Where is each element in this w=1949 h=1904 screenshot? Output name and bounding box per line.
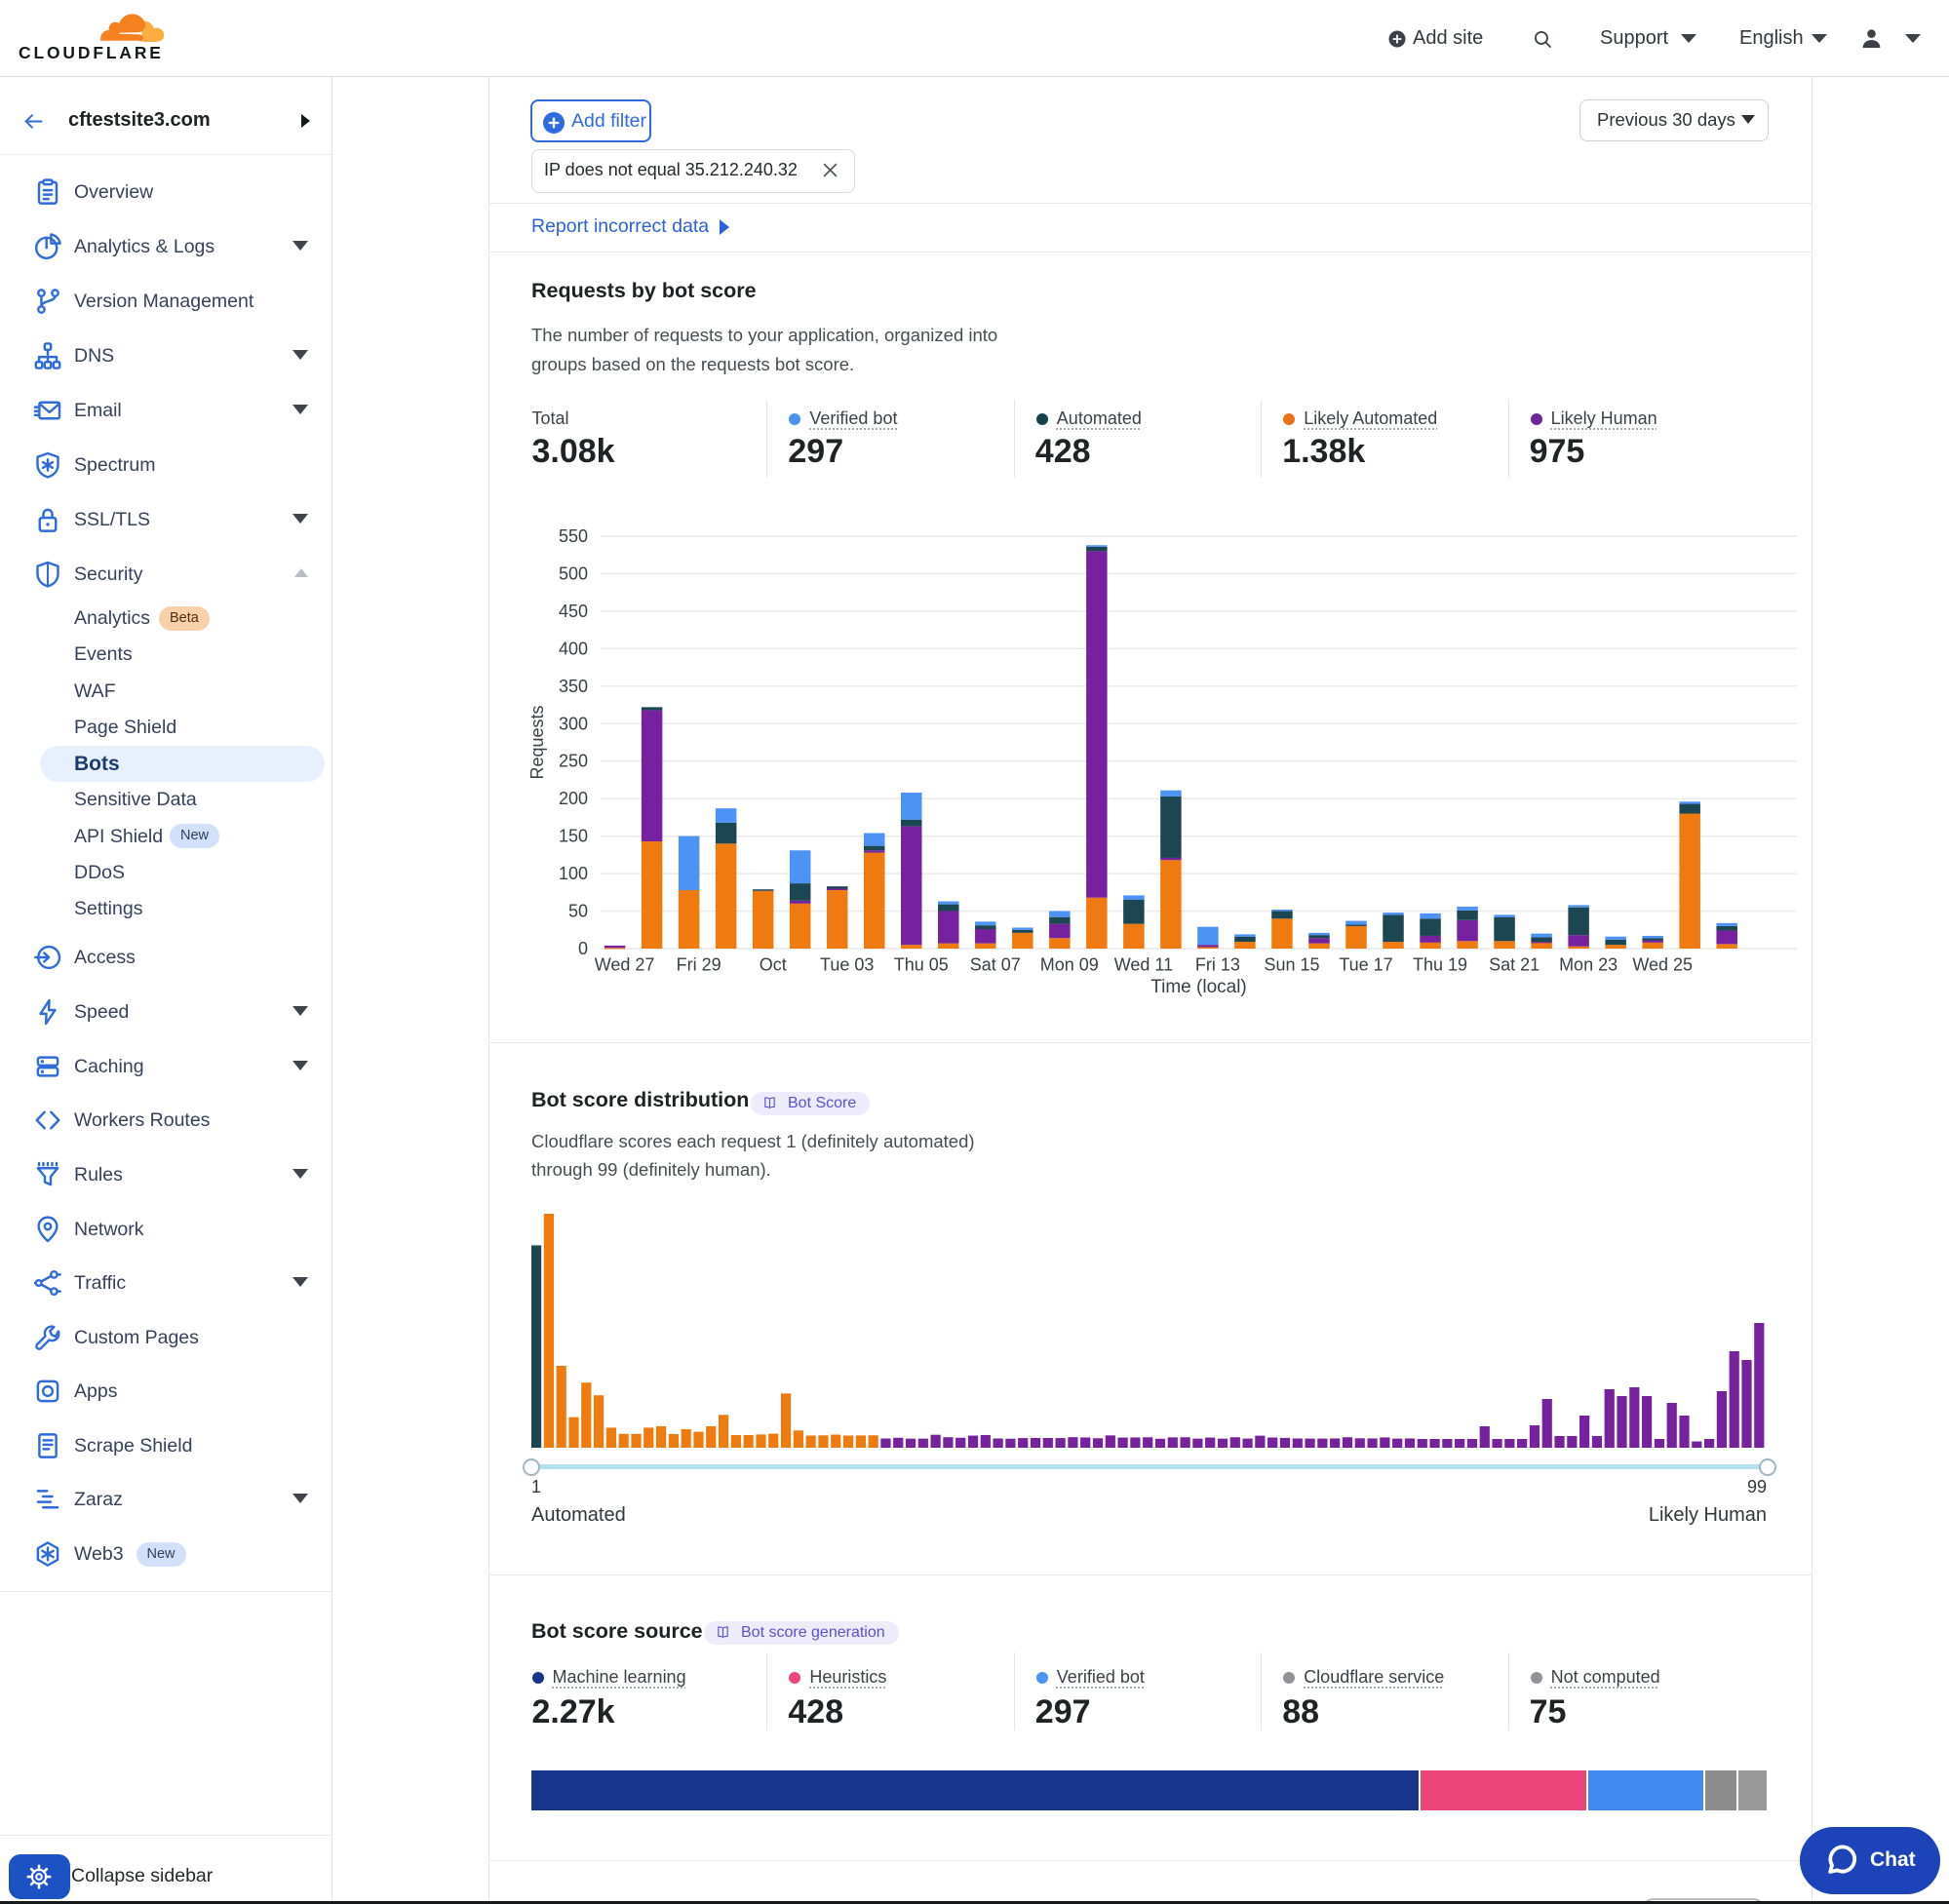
svg-text:Sat 07: Sat 07: [970, 955, 1021, 975]
svg-text:Wed 25: Wed 25: [1632, 955, 1693, 975]
svg-text:Fri 29: Fri 29: [677, 955, 721, 975]
svg-text:Thu 19: Thu 19: [1413, 955, 1467, 975]
svg-text:Sun 15: Sun 15: [1264, 955, 1319, 975]
svg-text:Tue 17: Tue 17: [1339, 955, 1392, 975]
svg-text:0: 0: [578, 939, 588, 958]
svg-text:Fri 13: Fri 13: [1195, 955, 1240, 975]
svg-text:Tue 03: Tue 03: [820, 955, 874, 975]
svg-text:50: 50: [568, 902, 588, 921]
svg-text:Mon 09: Mon 09: [1040, 955, 1099, 975]
svg-text:Requests: Requests: [527, 705, 547, 779]
svg-text:550: 550: [559, 526, 588, 546]
svg-text:Wed 27: Wed 27: [595, 955, 655, 975]
svg-text:100: 100: [559, 864, 588, 883]
svg-text:Wed 11: Wed 11: [1114, 955, 1173, 975]
svg-text:Mon 23: Mon 23: [1559, 955, 1618, 975]
svg-text:Oct: Oct: [760, 955, 787, 975]
svg-text:200: 200: [559, 789, 588, 808]
svg-text:CLOUDFLARE: CLOUDFLARE: [19, 43, 164, 62]
svg-text:Sat 21: Sat 21: [1489, 955, 1540, 975]
svg-text:450: 450: [559, 602, 588, 621]
svg-text:150: 150: [559, 827, 588, 846]
svg-text:Time (local): Time (local): [1150, 977, 1247, 997]
svg-text:300: 300: [559, 714, 588, 733]
svg-text:250: 250: [559, 752, 588, 771]
svg-text:350: 350: [559, 677, 588, 696]
svg-text:Thu 05: Thu 05: [894, 955, 949, 975]
svg-text:400: 400: [559, 639, 588, 658]
svg-text:500: 500: [559, 563, 588, 583]
